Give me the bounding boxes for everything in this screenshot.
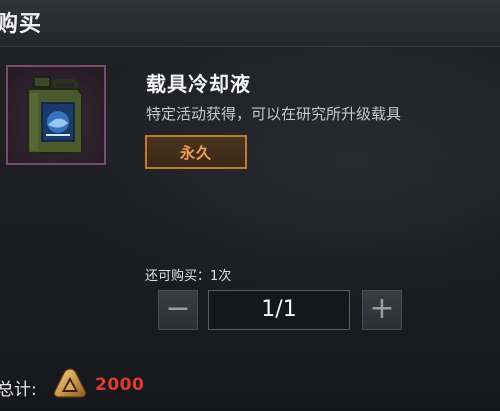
coolant-canister-icon xyxy=(27,76,83,154)
dialog-title: 购买 xyxy=(0,12,43,37)
total-price: 2000 xyxy=(95,375,145,395)
increase-quantity-button[interactable]: + xyxy=(362,290,402,330)
dialog-header: 购买 xyxy=(0,0,500,47)
item-description: 特定活动获得，可以在研究所升级载具 xyxy=(146,105,402,123)
item-thumbnail xyxy=(6,65,106,165)
quantity-field[interactable]: 1/1 xyxy=(208,290,350,330)
total-label: 总计: xyxy=(0,380,37,400)
decrease-quantity-button[interactable]: − xyxy=(158,290,198,330)
item-name: 载具冷却液 xyxy=(146,72,251,96)
remaining-purchases: 还可购买：1次 xyxy=(145,269,232,284)
triangle-coin-icon xyxy=(53,368,87,398)
duration-option-permanent[interactable]: 永久 xyxy=(145,135,247,169)
